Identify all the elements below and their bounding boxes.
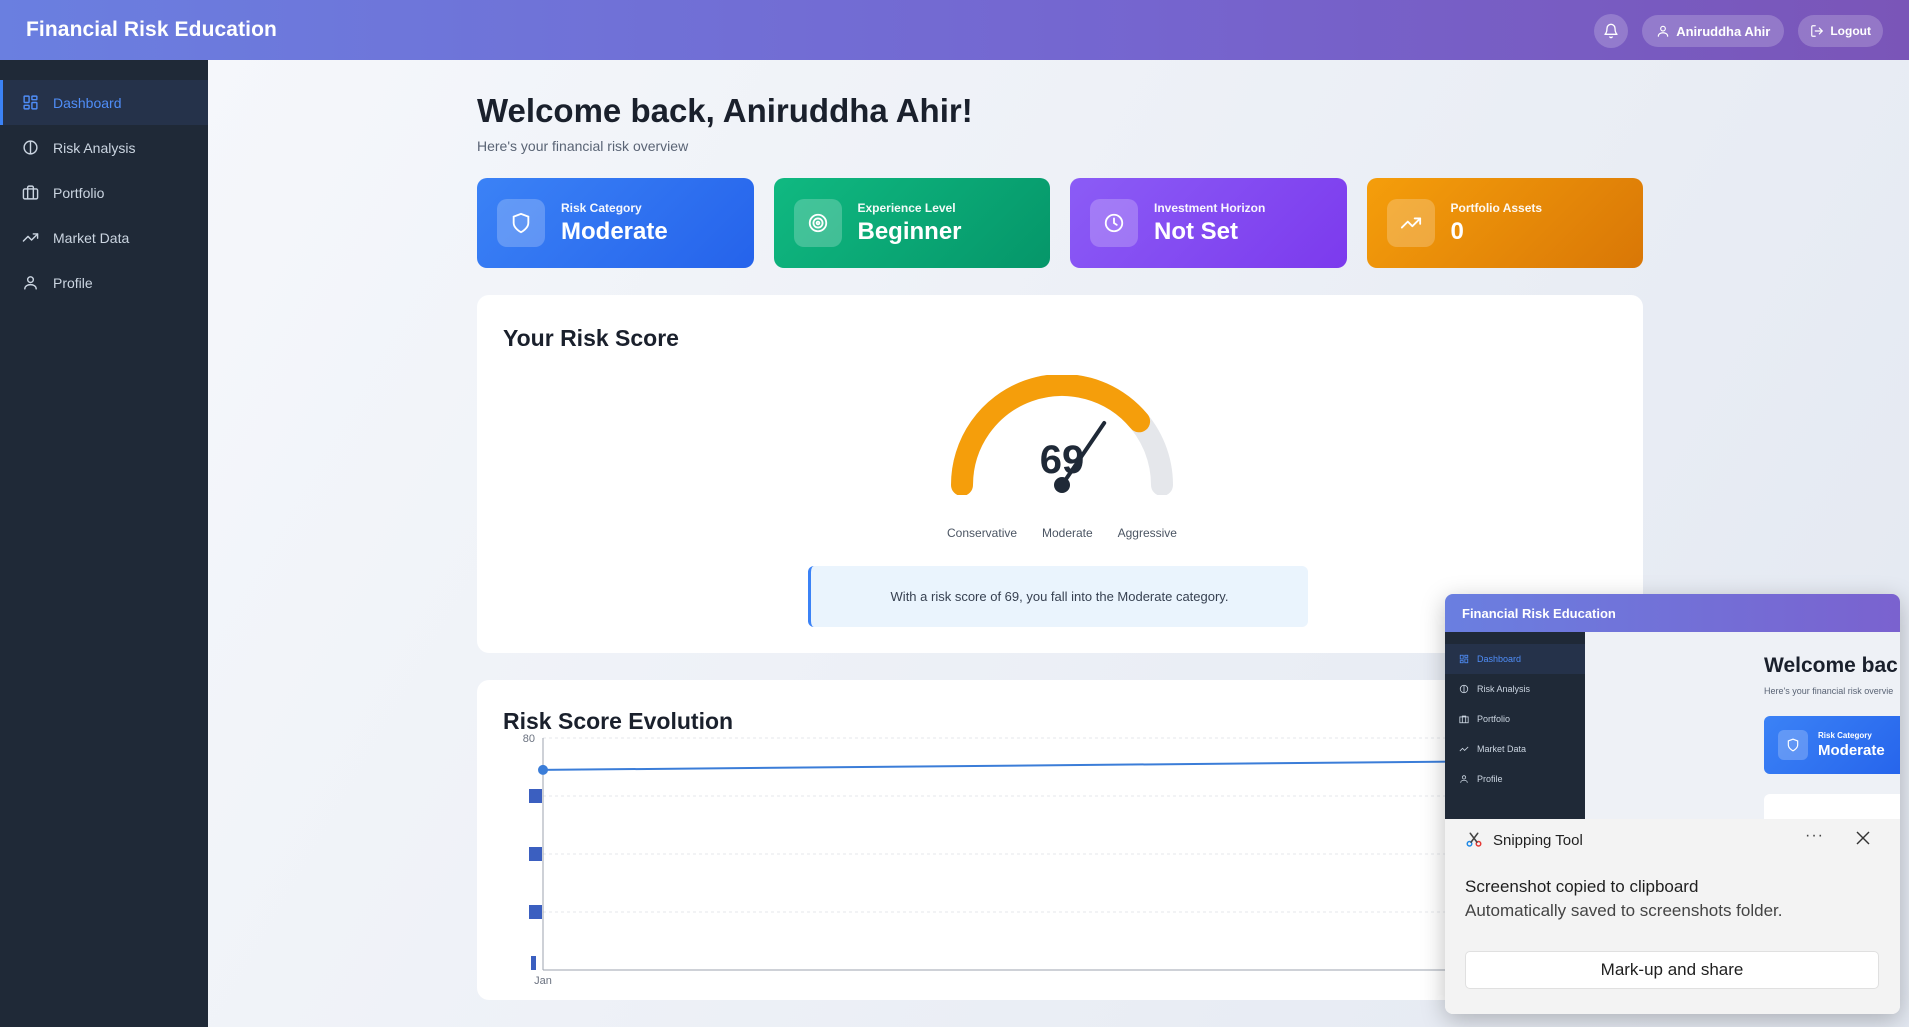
grid-icon <box>1459 654 1469 664</box>
shield-icon <box>497 199 545 247</box>
preview-sidebar: Dashboard Risk Analysis Portfolio Market… <box>1445 632 1585 819</box>
sidebar-item-dashboard[interactable]: Dashboard <box>0 80 208 125</box>
preview-nav-item: Dashboard <box>1445 644 1585 674</box>
snip-body: Snipping Tool ··· Screenshot copied to c… <box>1445 819 1900 1014</box>
x-tick-label: Jan <box>534 975 552 987</box>
page-subtitle: Here's your financial risk overview <box>477 138 689 154</box>
sidebar-item-profile[interactable]: Profile <box>0 260 208 305</box>
target-icon <box>793 199 842 247</box>
circle-split-icon <box>1459 684 1469 694</box>
stat-card-risk-category[interactable]: Risk Category Moderate <box>477 178 754 268</box>
snipping-tool-notification[interactable]: Financial Risk Education Dashboard Risk … <box>1445 594 1900 1014</box>
logout-label: Logout <box>1830 24 1871 38</box>
user-menu-button[interactable]: Aniruddha Ahir <box>1642 15 1785 47</box>
stat-value: Moderate <box>561 217 668 245</box>
trending-up-icon <box>22 233 39 242</box>
stat-label: Experience Level <box>857 200 956 215</box>
preview-title: Financial Risk Education <box>1445 594 1900 632</box>
sidebar: Dashboard Risk Analysis Portfolio Market… <box>0 60 208 1027</box>
preview-card: Risk Category Moderate <box>1764 716 1900 774</box>
preview-nav-item: Market Data <box>1445 734 1585 764</box>
bell-icon <box>1604 23 1618 39</box>
user-icon <box>24 276 37 290</box>
preview-subtitle: Here's your financial risk overvie <box>1764 686 1894 696</box>
preview-nav-item: Portfolio <box>1445 704 1585 734</box>
snip-app-name: Snipping Tool <box>1493 831 1583 849</box>
snip-sub-message: Automatically saved to screenshots folde… <box>1465 901 1783 920</box>
gauge-labels: Conservative Moderate Aggressive <box>947 526 1177 540</box>
gauge-label-aggressive: Aggressive <box>1117 526 1177 540</box>
stat-card-investment-horizon[interactable]: Investment Horizon Not Set <box>1070 178 1347 268</box>
trending-up-icon <box>1386 199 1435 247</box>
y-tick-mark <box>529 847 542 861</box>
page-title: Welcome back, Aniruddha Ahir! <box>477 92 973 129</box>
risk-score-title: Your Risk Score <box>503 325 679 351</box>
shield-icon <box>1778 730 1808 760</box>
close-icon[interactable] <box>1856 831 1870 850</box>
preview-panel <box>1764 794 1900 819</box>
grid-icon <box>23 95 38 110</box>
user-icon <box>1657 25 1669 37</box>
stat-label: Risk Category <box>561 200 642 215</box>
circle-split-icon <box>23 140 38 155</box>
snip-header: Snipping Tool <box>1465 831 1583 849</box>
screenshot-preview[interactable]: Financial Risk Education Dashboard Risk … <box>1445 594 1900 819</box>
preview-nav-item: Risk Analysis <box>1445 674 1585 704</box>
user-name: Aniruddha Ahir <box>1676 23 1771 39</box>
preview-welcome: Welcome bac <box>1764 654 1898 677</box>
stat-value: Not Set <box>1154 217 1238 245</box>
gauge-label-conservative: Conservative <box>947 526 1018 540</box>
trending-up-icon <box>1459 746 1469 752</box>
sidebar-item-portfolio[interactable]: Portfolio <box>0 170 208 215</box>
sidebar-item-label: Market Data <box>53 229 130 246</box>
markup-share-button[interactable]: Mark-up and share <box>1465 951 1879 989</box>
snip-message: Screenshot copied to clipboard <box>1465 877 1699 896</box>
snipping-tool-icon <box>1466 832 1482 847</box>
risk-info-message: With a risk score of 69, you fall into t… <box>808 566 1308 627</box>
more-options-icon[interactable]: ··· <box>1805 827 1824 845</box>
header-actions: Aniruddha Ahir Logout <box>1594 14 1883 48</box>
risk-score-value: 69 <box>1039 438 1085 482</box>
sidebar-item-risk-analysis[interactable]: Risk Analysis <box>0 125 208 170</box>
sidebar-item-label: Dashboard <box>53 94 122 111</box>
sidebar-item-label: Profile <box>53 274 93 291</box>
y-tick-mark <box>529 789 542 803</box>
y-tick-label: 80 <box>523 733 535 745</box>
notifications-button[interactable] <box>1594 14 1629 48</box>
stat-card-experience-level[interactable]: Experience Level Beginner <box>773 178 1050 268</box>
stat-label: Portfolio Assets <box>1450 200 1543 215</box>
sidebar-item-label: Risk Analysis <box>53 139 136 156</box>
sidebar-item-label: Portfolio <box>53 184 105 201</box>
user-icon <box>1460 775 1468 783</box>
stat-value: 0 <box>1450 217 1464 245</box>
stat-value: Beginner <box>857 217 962 245</box>
logout-icon <box>1811 25 1824 37</box>
app-title[interactable]: Financial Risk Education <box>26 18 277 42</box>
logout-button[interactable]: Logout <box>1798 15 1883 47</box>
y-tick-mark <box>529 905 542 919</box>
briefcase-icon <box>22 185 39 200</box>
stat-card-portfolio-assets[interactable]: Portfolio Assets 0 <box>1366 178 1643 268</box>
preview-nav-item: Profile <box>1445 764 1585 794</box>
data-point <box>538 764 548 775</box>
stat-label: Investment Horizon <box>1154 200 1266 215</box>
gauge-label-moderate: Moderate <box>1041 526 1093 540</box>
top-bar: Financial Risk Education Aniruddha Ahir … <box>0 0 1909 60</box>
y-tick-mark <box>531 956 536 970</box>
sidebar-item-market-data[interactable]: Market Data <box>0 215 208 260</box>
clock-icon <box>1090 199 1138 247</box>
stat-cards: Risk Category Moderate Experience Level … <box>477 178 1643 268</box>
briefcase-icon <box>1459 715 1469 724</box>
